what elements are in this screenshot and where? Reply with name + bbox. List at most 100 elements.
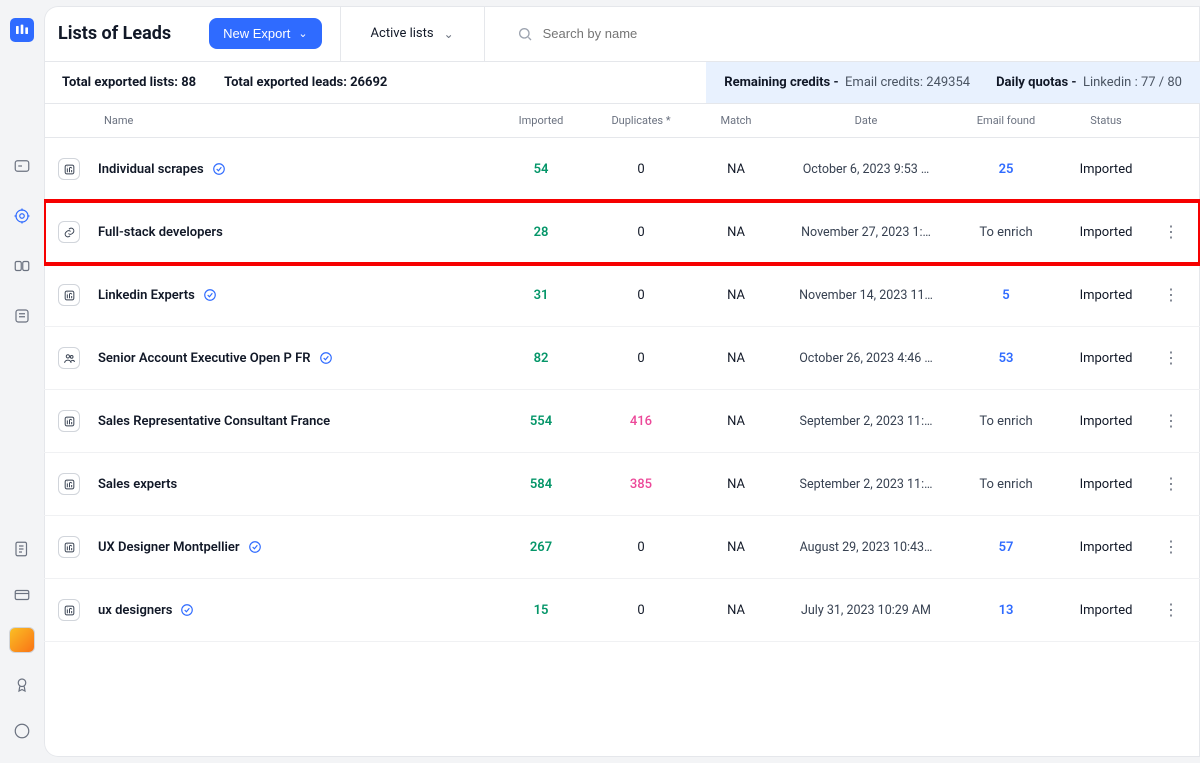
table-row[interactable]: Sales experts584385NASeptember 2, 2023 1…	[44, 453, 1200, 516]
search-wrap	[503, 26, 1186, 42]
row-menu-button[interactable]: ⋮	[1156, 350, 1186, 366]
total-lists-stat: Total exported lists: 88	[62, 75, 196, 90]
source-icon	[58, 536, 80, 558]
row-status: Imported	[1056, 414, 1156, 429]
col-name: Name	[98, 114, 496, 127]
row-imported: 15	[496, 603, 586, 618]
row-date: September 2, 2023 11:…	[776, 414, 956, 429]
row-status: Imported	[1056, 351, 1156, 366]
new-export-label: New Export	[223, 26, 290, 41]
col-status: Status	[1056, 114, 1156, 127]
row-imported: 267	[496, 540, 586, 555]
table-header: Name Imported Duplicates * Match Date Em…	[44, 104, 1200, 138]
row-name: Sales Representative Consultant France	[98, 414, 496, 429]
source-icon	[58, 347, 80, 369]
row-name: Linkedin Experts	[98, 288, 496, 303]
col-date: Date	[776, 114, 956, 127]
row-duplicates: 385	[586, 477, 696, 492]
row-status: Imported	[1056, 477, 1156, 492]
row-email-found: To enrich	[956, 225, 1056, 240]
source-icon	[58, 473, 80, 495]
source-icon	[58, 284, 80, 306]
row-imported: 584	[496, 477, 586, 492]
row-email-found: 13	[956, 603, 1056, 618]
table-row[interactable]: Linkedin Experts310NANovember 14, 2023 1…	[44, 264, 1200, 327]
stats-bar: Total exported lists: 88 Total exported …	[44, 62, 1200, 104]
row-status: Imported	[1056, 162, 1156, 177]
row-name: ux designers	[98, 603, 496, 618]
row-menu-button[interactable]: ⋮	[1156, 413, 1186, 429]
total-leads-stat: Total exported leads: 26692	[224, 75, 387, 90]
row-name: Full-stack developers	[98, 225, 496, 240]
row-duplicates: 416	[586, 414, 696, 429]
verified-icon	[248, 540, 262, 554]
row-menu-button[interactable]: ⋮	[1156, 224, 1186, 240]
row-duplicates: 0	[586, 351, 696, 366]
row-match: NA	[696, 540, 776, 555]
row-duplicates: 0	[586, 603, 696, 618]
table-row[interactable]: Senior Account Executive Open P FR820NAO…	[44, 327, 1200, 390]
nav-billing-icon[interactable]	[8, 581, 36, 609]
col-email-found: Email found	[956, 114, 1056, 127]
row-menu-button[interactable]: ⋮	[1156, 476, 1186, 492]
row-imported: 554	[496, 414, 586, 429]
row-menu-button[interactable]: ⋮	[1156, 539, 1186, 555]
row-menu-button[interactable]: ⋮	[1156, 287, 1186, 303]
new-export-button[interactable]: New Export ⌄	[209, 18, 321, 49]
table-row[interactable]: UX Designer Montpellier2670NAAugust 29, …	[44, 516, 1200, 579]
source-icon	[58, 158, 80, 180]
row-name: Senior Account Executive Open P FR	[98, 351, 496, 366]
app-sidebar	[0, 0, 44, 763]
row-date: August 29, 2023 10:43…	[776, 540, 956, 555]
nav-award-icon[interactable]	[8, 671, 36, 699]
source-icon	[58, 599, 80, 621]
row-date: September 2, 2023 11:…	[776, 477, 956, 492]
row-date: October 6, 2023 9:53 …	[776, 162, 956, 177]
nav-reports-icon[interactable]	[8, 535, 36, 563]
table-row[interactable]: ux designers150NAJuly 31, 2023 10:29 AM1…	[44, 579, 1200, 642]
nav-quotas-icon[interactable]	[8, 252, 36, 280]
search-input[interactable]	[543, 26, 803, 41]
source-icon	[58, 410, 80, 432]
chevron-down-icon: ⌄	[298, 27, 307, 40]
row-match: NA	[696, 351, 776, 366]
chevron-down-icon: ⌄	[444, 27, 454, 41]
verified-icon	[212, 162, 226, 176]
row-email-found: To enrich	[956, 477, 1056, 492]
active-lists-filter[interactable]: Active lists ⌄	[359, 26, 466, 41]
app-logo[interactable]	[10, 18, 34, 42]
user-avatar[interactable]	[9, 627, 35, 653]
verified-icon	[203, 288, 217, 302]
row-imported: 31	[496, 288, 586, 303]
row-name: Sales experts	[98, 477, 496, 492]
source-icon	[58, 221, 80, 243]
row-imported: 28	[496, 225, 586, 240]
nav-target-icon[interactable]	[8, 202, 36, 230]
page-title: Lists of Leads	[58, 23, 171, 44]
row-email-found: 53	[956, 351, 1056, 366]
row-email-found: 57	[956, 540, 1056, 555]
row-menu-button[interactable]: ⋮	[1156, 602, 1186, 618]
verified-icon	[319, 351, 333, 365]
table-row[interactable]: Full-stack developers280NANovember 27, 2…	[44, 201, 1200, 264]
row-name: UX Designer Montpellier	[98, 540, 496, 555]
row-duplicates: 0	[586, 162, 696, 177]
row-imported: 82	[496, 351, 586, 366]
col-match: Match	[696, 114, 776, 127]
nav-lists-icon[interactable]	[8, 302, 36, 330]
nav-inbox-icon[interactable]	[8, 152, 36, 180]
divider	[484, 6, 485, 62]
row-date: July 31, 2023 10:29 AM	[776, 603, 956, 618]
row-duplicates: 0	[586, 288, 696, 303]
row-match: NA	[696, 225, 776, 240]
divider	[340, 6, 341, 62]
table-row[interactable]: Sales Representative Consultant France55…	[44, 390, 1200, 453]
table-row[interactable]: Individual scrapes540NAOctober 6, 2023 9…	[44, 138, 1200, 201]
row-status: Imported	[1056, 288, 1156, 303]
topbar: Lists of Leads New Export ⌄ Active lists…	[44, 6, 1200, 62]
row-email-found: To enrich	[956, 414, 1056, 429]
row-status: Imported	[1056, 603, 1156, 618]
theme-toggle-icon[interactable]	[8, 717, 36, 745]
search-icon	[517, 26, 533, 42]
row-date: November 27, 2023 1:…	[776, 225, 956, 240]
